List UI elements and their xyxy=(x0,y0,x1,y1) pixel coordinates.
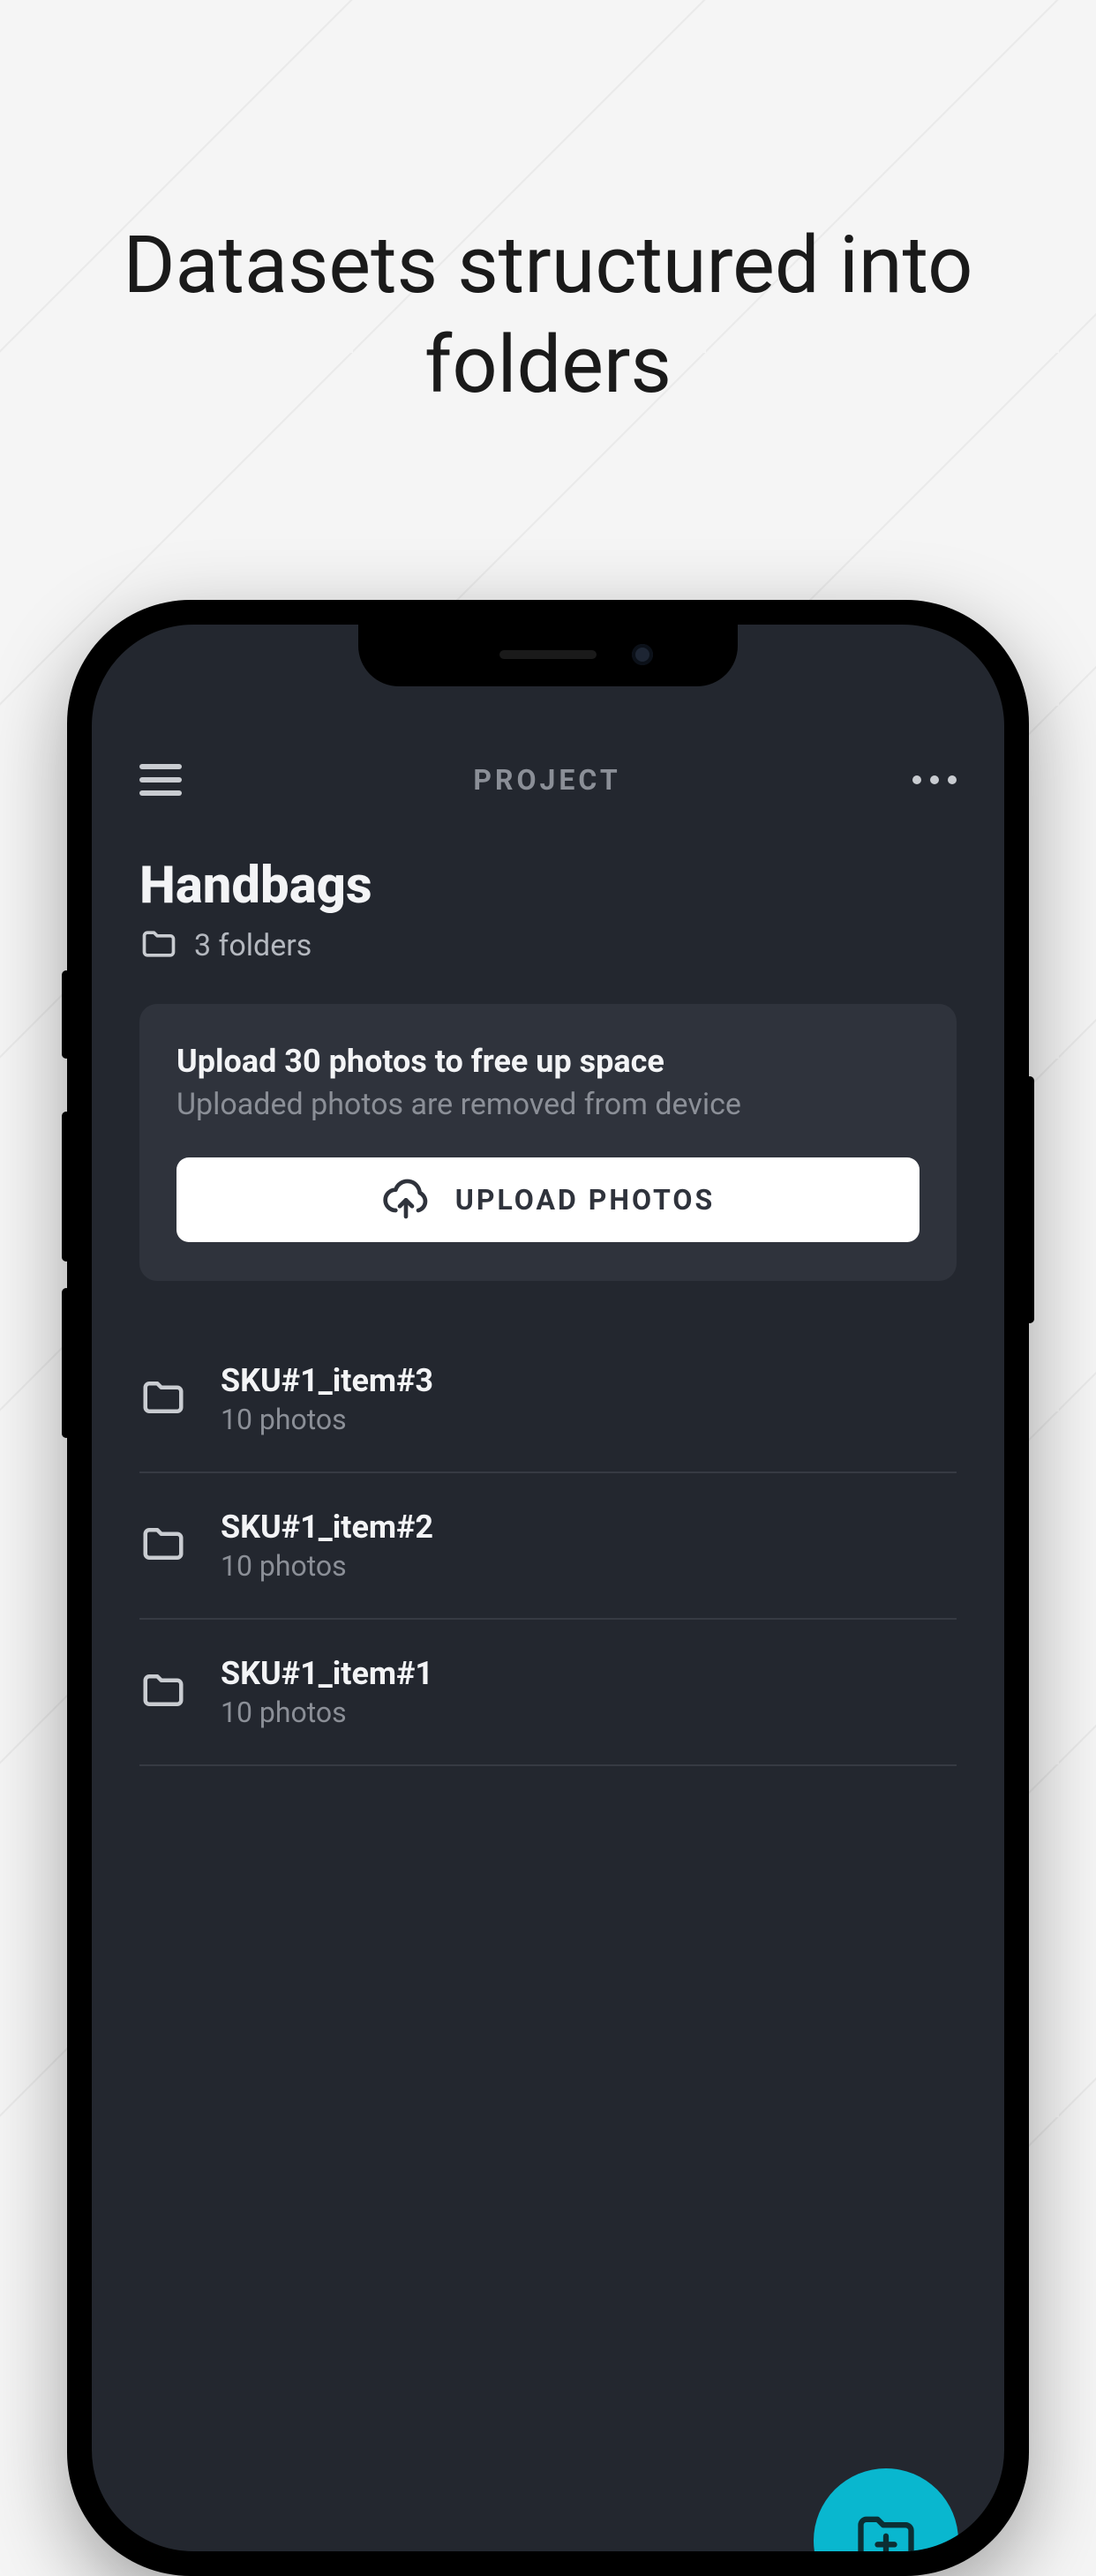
phone-volume-up xyxy=(62,1112,71,1262)
phone-frame: PROJECT Handbags 3 folders Upload 30 xyxy=(67,600,1029,2576)
phone-notch xyxy=(358,625,738,686)
phone-power-button xyxy=(1025,1076,1034,1323)
folder-item-name: SKU#1_item#1 xyxy=(221,1655,433,1692)
more-icon[interactable] xyxy=(912,775,957,784)
upload-card-subtitle: Uploaded photos are removed from device xyxy=(176,1087,920,1122)
folder-icon xyxy=(139,925,178,967)
topbar: PROJECT xyxy=(92,739,1004,820)
project-title: Handbags xyxy=(139,856,957,916)
folder-item-meta: 10 photos xyxy=(221,1696,433,1729)
phone-mute-switch xyxy=(62,970,71,1059)
folder-item-meta: 10 photos xyxy=(221,1403,433,1436)
phone-volume-down xyxy=(62,1288,71,1438)
upload-button[interactable]: UPLOAD PHOTOS xyxy=(176,1157,920,1242)
upload-button-label: UPLOAD PHOTOS xyxy=(455,1183,715,1217)
upload-card: Upload 30 photos to free up space Upload… xyxy=(139,1004,957,1281)
menu-icon[interactable] xyxy=(139,764,182,796)
folder-item-name: SKU#1_item#2 xyxy=(221,1509,433,1546)
folder-icon xyxy=(139,1666,187,1718)
folder-item-meta: 10 photos xyxy=(221,1549,433,1583)
folder-icon xyxy=(139,1374,187,1425)
folder-item-name: SKU#1_item#3 xyxy=(221,1362,433,1399)
cloud-upload-icon xyxy=(381,1173,431,1226)
add-folder-icon xyxy=(852,2505,920,2551)
folder-icon xyxy=(139,1520,187,1571)
list-item[interactable]: SKU#1_item#1 10 photos xyxy=(139,1620,957,1766)
add-folder-fab[interactable] xyxy=(814,2468,958,2551)
list-item[interactable]: SKU#1_item#3 10 photos xyxy=(139,1327,957,1473)
upload-card-title: Upload 30 photos to free up space xyxy=(176,1043,920,1080)
folder-list: SKU#1_item#3 10 photos SKU#1_item#2 10 p… xyxy=(139,1327,957,1766)
folder-count-row: 3 folders xyxy=(139,925,957,967)
topbar-title: PROJECT xyxy=(473,763,620,797)
folder-count-label: 3 folders xyxy=(194,928,312,963)
marketing-headline: Datasets structured into folders xyxy=(0,216,1096,415)
list-item[interactable]: SKU#1_item#2 10 photos xyxy=(139,1473,957,1620)
